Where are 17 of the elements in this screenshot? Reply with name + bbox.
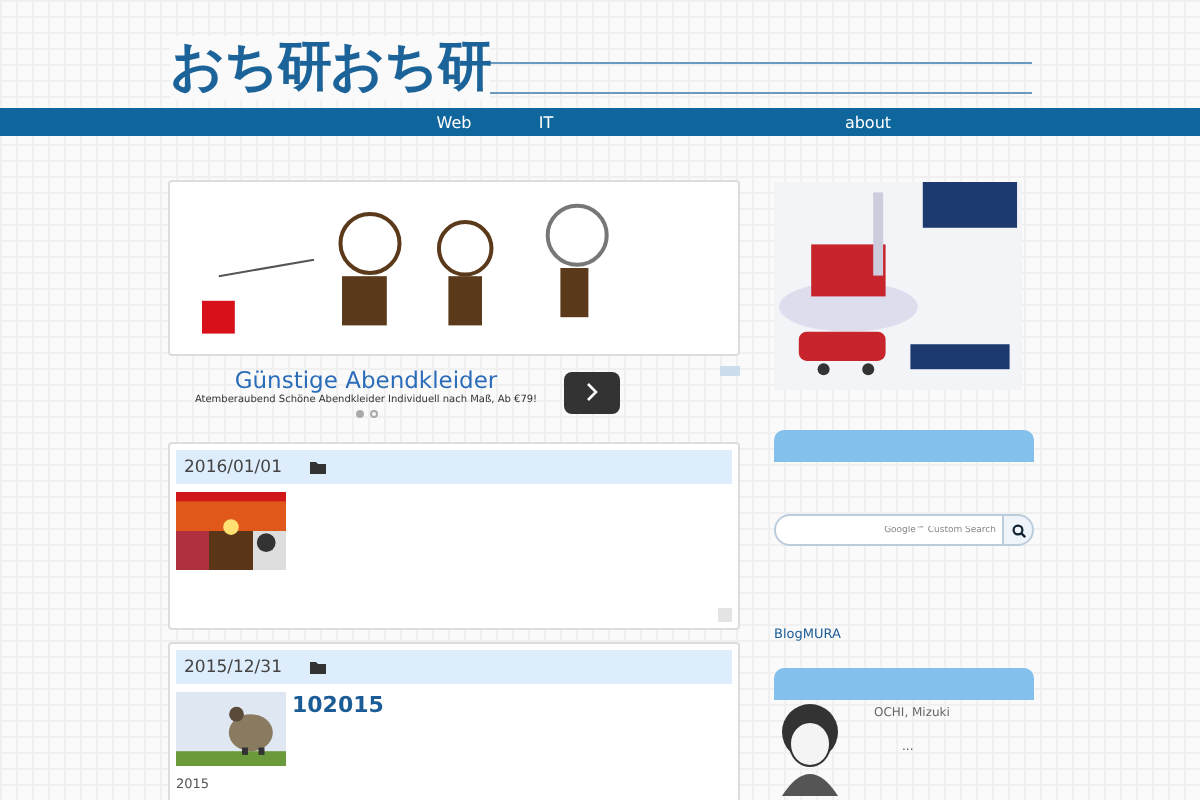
carousel-dot[interactable]	[369, 410, 377, 418]
ad-headline[interactable]: Günstige Abendkleider	[234, 366, 498, 394]
post-title[interactable]: 102015	[292, 692, 384, 766]
carousel-dot[interactable]	[355, 410, 363, 418]
nav-link[interactable]: about	[808, 113, 928, 131]
search-icon	[1011, 523, 1025, 537]
nav-link[interactable]: IT	[512, 113, 580, 131]
post-date: 2016/01/01	[184, 457, 282, 477]
search-button[interactable]	[1002, 514, 1034, 546]
post-date: 2015/12/31	[184, 657, 282, 677]
site-title[interactable]: おち研おち研	[170, 36, 490, 100]
nav-link[interactable]: Web	[396, 113, 512, 131]
folder-icon	[310, 661, 326, 673]
next-button[interactable]	[564, 371, 620, 413]
corner-icon	[718, 608, 732, 622]
folder-icon	[310, 461, 326, 473]
chevron-icon	[586, 382, 598, 402]
